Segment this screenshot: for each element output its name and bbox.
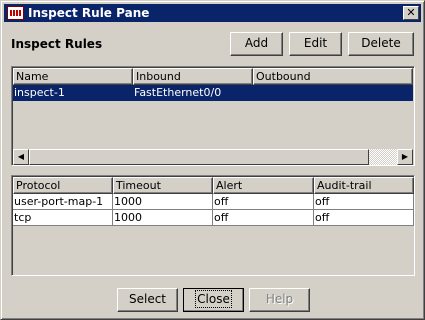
rule-name-cell: inspect-1 xyxy=(13,85,133,101)
close-button[interactable]: Close xyxy=(183,288,244,312)
rule-inbound-cell: FastEthernet0/0 xyxy=(133,85,253,101)
protocol-cell: user-port-map-1 xyxy=(13,194,113,210)
section-title: Inspect Rules xyxy=(11,37,103,51)
column-header-alert[interactable]: Alert xyxy=(213,177,314,194)
select-button[interactable]: Select xyxy=(117,288,178,312)
timeout-cell: 1000 xyxy=(113,210,213,226)
scrollbar-track[interactable] xyxy=(369,149,397,165)
protocol-cell: tcp xyxy=(13,210,113,226)
column-header-outbound[interactable]: Outbound xyxy=(253,68,413,85)
alert-cell: off xyxy=(213,194,314,210)
protocol-table: Protocol Timeout Alert Audit-trail user-… xyxy=(11,175,415,276)
window-title: Inspect Rule Pane xyxy=(28,6,150,20)
column-header-audit-trail[interactable]: Audit-trail xyxy=(314,177,414,194)
add-button[interactable]: Add xyxy=(230,32,283,56)
help-button: Help xyxy=(249,288,310,312)
horizontal-scrollbar[interactable]: ◀ ▶ xyxy=(13,149,413,165)
scroll-left-button[interactable]: ◀ xyxy=(13,149,29,165)
scrollbar-thumb[interactable] xyxy=(29,149,369,165)
scroll-right-button[interactable]: ▶ xyxy=(397,149,413,165)
column-header-inbound[interactable]: Inbound xyxy=(133,68,253,85)
title-bar[interactable]: Inspect Rule Pane ✕ xyxy=(4,4,421,22)
arrow-left-icon: ◀ xyxy=(17,152,25,161)
inspect-rule-window: Inspect Rule Pane ✕ Inspect Rules Add Ed… xyxy=(0,0,425,320)
delete-button[interactable]: Delete xyxy=(348,32,414,56)
column-header-name[interactable]: Name xyxy=(13,68,133,85)
router-icon xyxy=(7,6,24,20)
close-window-button[interactable]: ✕ xyxy=(403,6,419,20)
arrow-right-icon: ▶ xyxy=(401,152,409,161)
column-header-protocol[interactable]: Protocol xyxy=(13,177,113,194)
column-header-timeout[interactable]: Timeout xyxy=(113,177,213,194)
rule-outbound-cell xyxy=(253,85,413,101)
close-button-label: Close xyxy=(195,290,232,308)
rules-table: Name Inbound Outbound inspect-1 FastEthe… xyxy=(11,66,415,166)
audit-trail-cell: off xyxy=(314,210,414,226)
close-icon: ✕ xyxy=(406,6,416,19)
timeout-cell: 1000 xyxy=(113,194,213,210)
edit-button[interactable]: Edit xyxy=(289,32,342,56)
audit-trail-cell: off xyxy=(314,194,414,210)
alert-cell: off xyxy=(213,210,314,226)
